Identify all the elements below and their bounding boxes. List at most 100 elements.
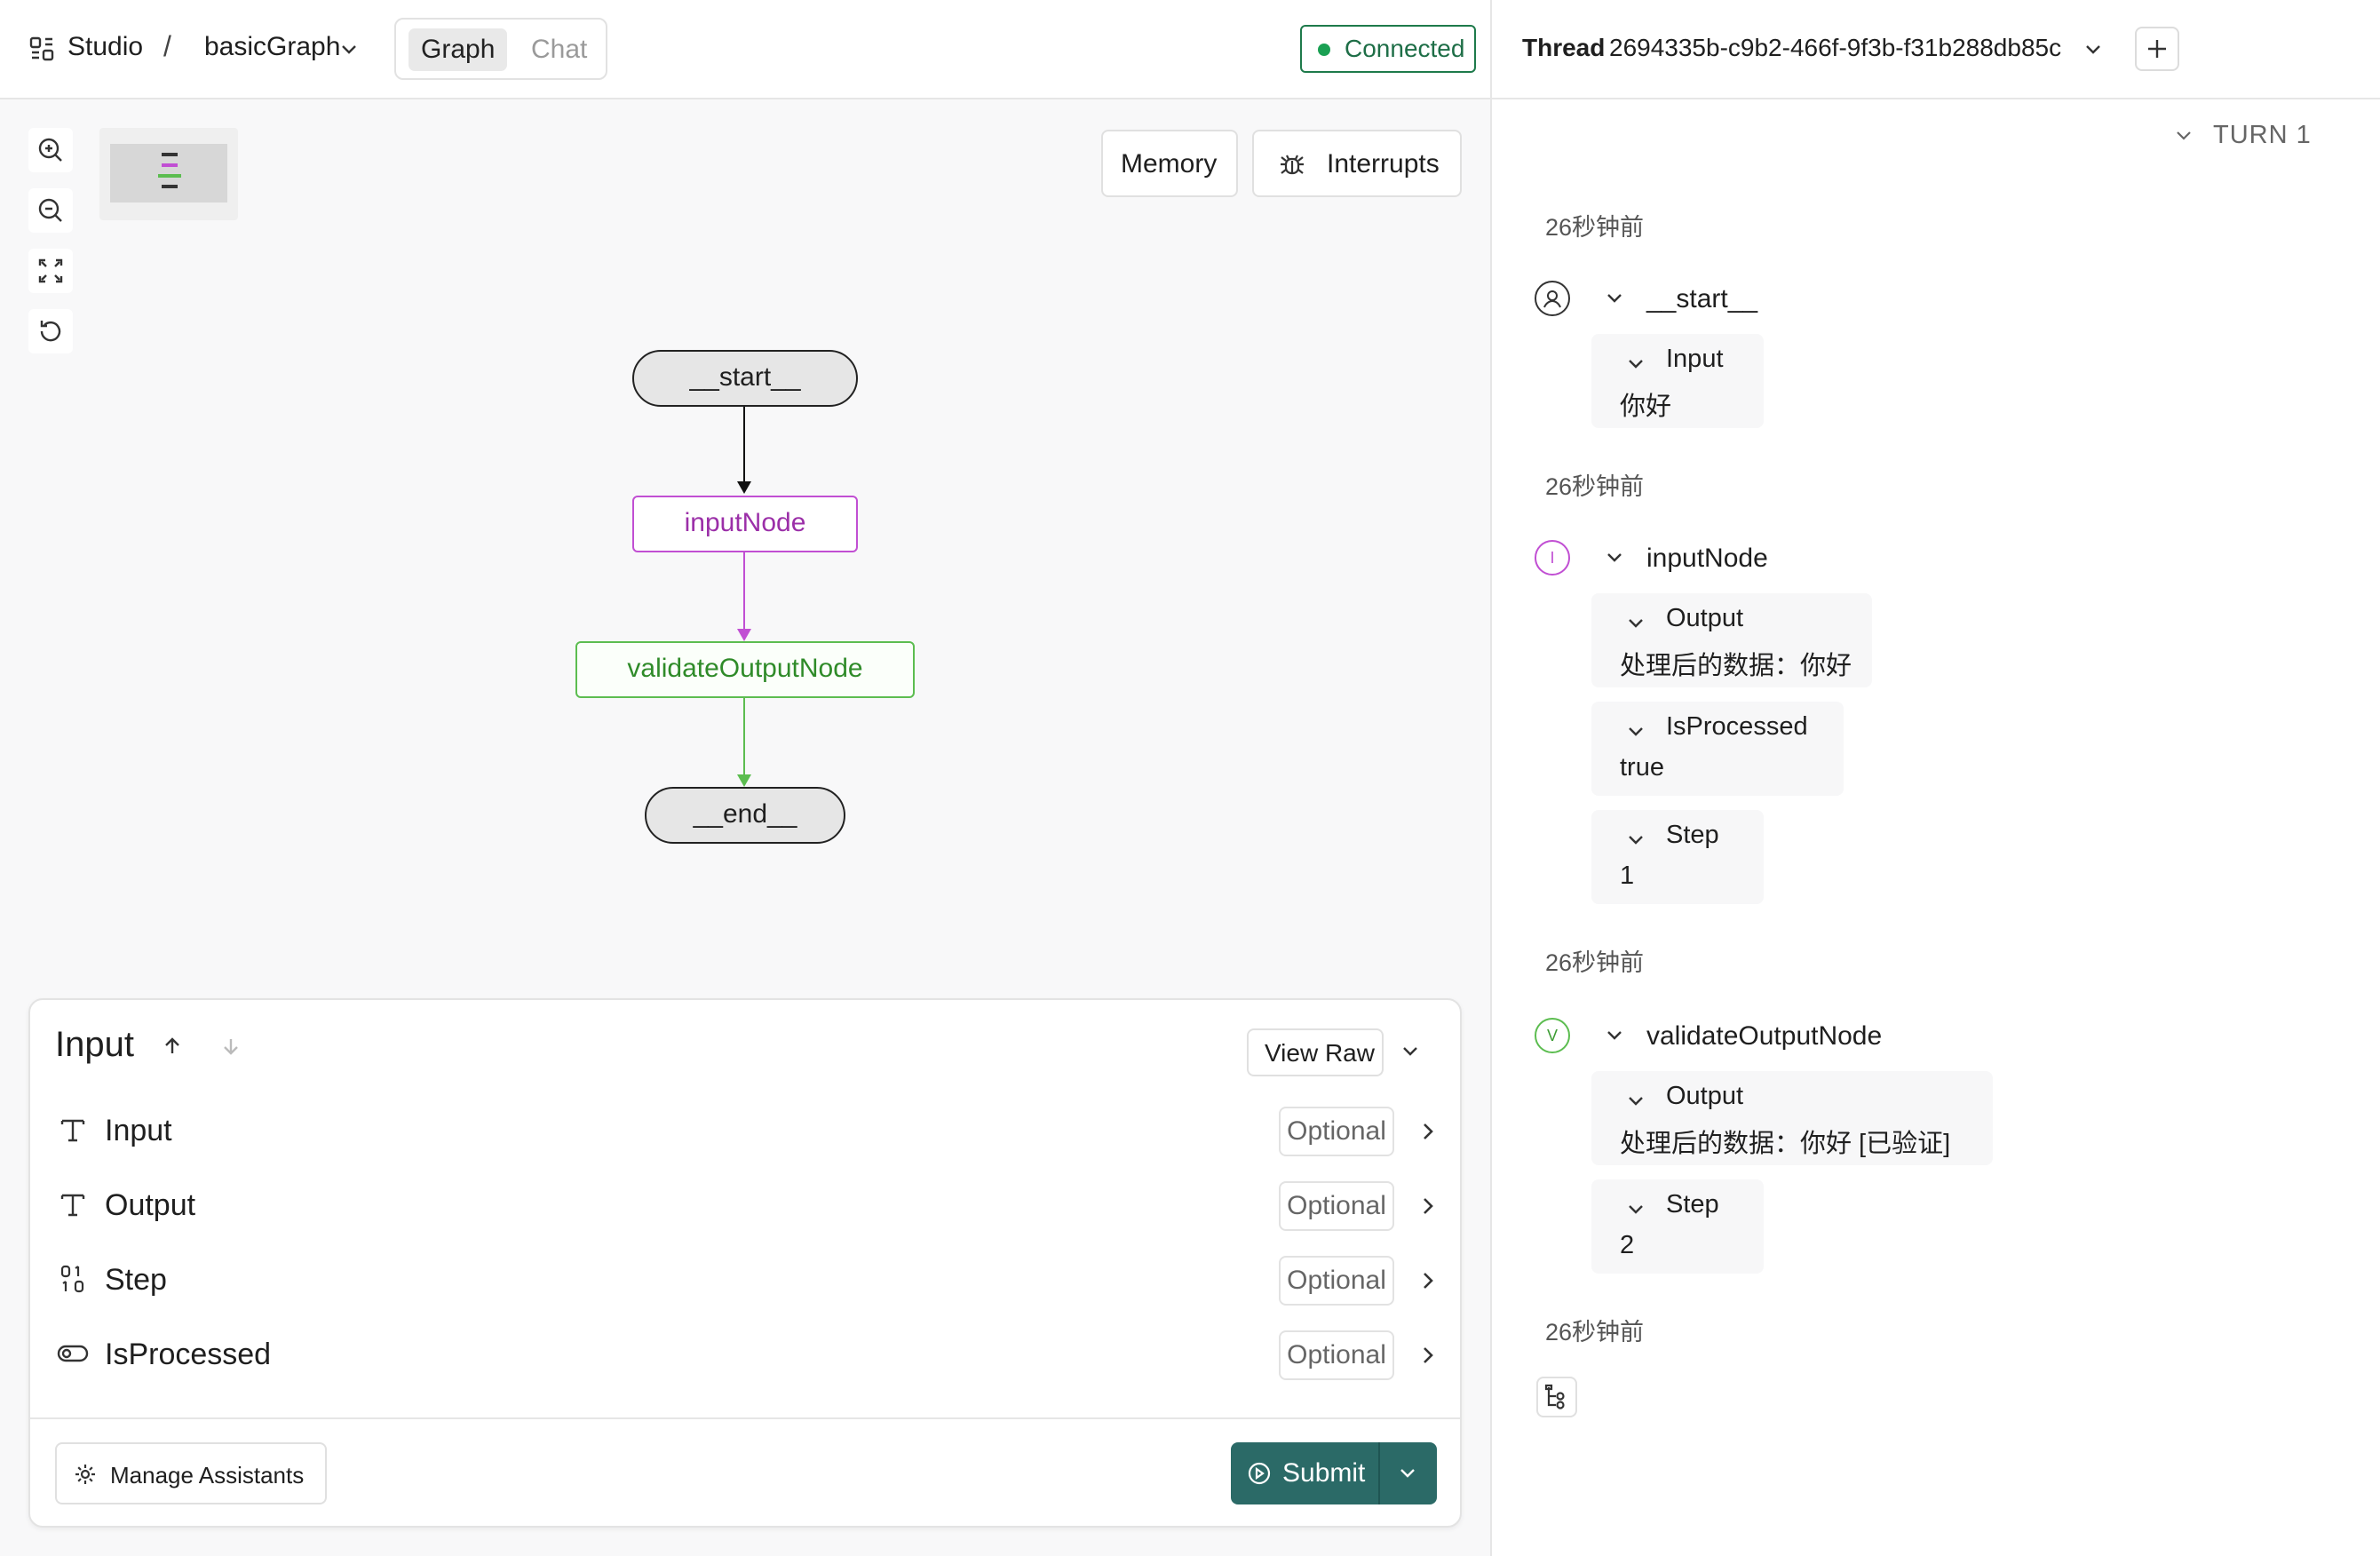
state-value: 1	[1620, 861, 1635, 890]
state-card-step: Step 2	[1591, 1179, 1764, 1274]
state-card-isprocessed: IsProcessed true	[1591, 702, 1844, 796]
app-name[interactable]: Studio	[67, 32, 143, 62]
new-thread-button[interactable]	[2135, 27, 2179, 71]
field-label: Input	[105, 1114, 172, 1147]
arrow-up-icon[interactable]	[160, 1034, 185, 1059]
state-key: Step	[1666, 821, 1719, 849]
connection-status-text: Connected	[1345, 35, 1465, 62]
chevron-down-icon[interactable]	[1625, 353, 1646, 375]
field-row-input[interactable]: Input Optional	[30, 1100, 1460, 1163]
chevron-right-icon[interactable]	[1416, 1343, 1440, 1368]
arrow-down-icon[interactable]	[218, 1034, 243, 1059]
run-history-pane: TURN 1 26秒钟前 __start__ Input 你好 26秒钟前 I …	[1492, 99, 2380, 1556]
state-key: Output	[1666, 1082, 1744, 1110]
connection-status-badge: Connected	[1300, 25, 1476, 73]
breadcrumb-separator: /	[163, 30, 171, 62]
node-label: inputNode	[684, 508, 806, 537]
toggle-type-icon	[57, 1338, 89, 1369]
node-label: validateOutputNode	[627, 654, 863, 683]
chevron-down-icon[interactable]	[1604, 547, 1625, 568]
optional-badge: Optional	[1279, 1256, 1394, 1306]
step-timestamp: 26秒钟前	[1545, 473, 1645, 500]
field-label: Output	[105, 1188, 196, 1222]
graph-node-input[interactable]: inputNode	[632, 496, 858, 552]
number-type-icon	[57, 1263, 89, 1295]
chevron-down-icon[interactable]	[1625, 1091, 1646, 1112]
field-label: Step	[105, 1263, 167, 1297]
step-node-name[interactable]: __start__	[1646, 284, 1757, 314]
chevron-right-icon[interactable]	[1416, 1119, 1440, 1144]
chevron-down-icon[interactable]	[1396, 1462, 1419, 1485]
plus-icon	[2148, 40, 2166, 58]
graph-node-end[interactable]: __end__	[645, 787, 845, 844]
step-timestamp: 26秒钟前	[1545, 1319, 1645, 1346]
studio-app: Studio / basicGraph Graph Chat Connected…	[0, 0, 2380, 1556]
field-label: IsProcessed	[105, 1338, 272, 1371]
state-key: Input	[1666, 345, 1724, 373]
chevron-down-icon[interactable]	[1625, 721, 1646, 742]
studio-logo-icon	[28, 36, 55, 62]
view-tabs: Graph Chat	[394, 18, 607, 80]
chevron-down-icon[interactable]	[1625, 1199, 1646, 1220]
optional-badge: Optional	[1279, 1107, 1394, 1156]
graph-selector[interactable]: basicGraph	[204, 32, 340, 62]
turn-label[interactable]: TURN 1	[2213, 121, 2312, 150]
thread-label: Thread	[1522, 34, 1606, 61]
play-circle-icon	[1247, 1461, 1272, 1486]
chevron-down-icon[interactable]	[2083, 39, 2103, 59]
chevron-down-icon[interactable]	[1604, 288, 1625, 309]
graph-branch-icon	[1544, 1384, 1565, 1409]
chevron-right-icon[interactable]	[1416, 1194, 1440, 1219]
tab-chat[interactable]: Chat	[519, 28, 599, 71]
view-raw-button[interactable]: View Raw	[1247, 1028, 1384, 1076]
node-badge-icon: V	[1535, 1018, 1570, 1053]
state-value: 你好	[1620, 393, 1672, 421]
tab-graph[interactable]: Graph	[409, 28, 508, 71]
chevron-down-icon[interactable]	[1400, 1041, 1421, 1062]
step-node-name[interactable]: inputNode	[1646, 544, 1768, 574]
node-label: __end__	[693, 799, 797, 829]
text-type-icon	[57, 1114, 89, 1146]
step-node-name[interactable]: validateOutputNode	[1646, 1021, 1882, 1052]
graph-node-validate[interactable]: validateOutputNode	[575, 641, 915, 698]
step-timestamp: 26秒钟前	[1545, 949, 1645, 976]
input-panel: Input View Raw Input Optional Output Opt…	[28, 998, 1462, 1528]
manage-assistants-label: Manage Assistants	[110, 1462, 305, 1489]
chevron-down-icon[interactable]	[2172, 124, 2195, 147]
text-type-icon	[57, 1188, 89, 1220]
thread-bar: Thread 2694335b-c9b2-466f-9f3b-f31b288db…	[1492, 0, 2380, 99]
state-card-step: Step 1	[1591, 810, 1764, 904]
gear-icon	[73, 1462, 98, 1487]
state-key: IsProcessed	[1666, 712, 1808, 741]
submit-divider	[1378, 1442, 1380, 1504]
state-card-input: Input 你好	[1591, 334, 1764, 428]
view-raw-label: View Raw	[1265, 1039, 1375, 1067]
step-timestamp: 26秒钟前	[1545, 214, 1645, 241]
graph-node-start[interactable]: __start__	[632, 350, 858, 407]
submit-button[interactable]: Submit	[1231, 1442, 1437, 1504]
user-avatar-icon	[1535, 281, 1570, 316]
chevron-down-icon[interactable]	[1604, 1025, 1625, 1046]
chevron-right-icon[interactable]	[1416, 1268, 1440, 1293]
graph-fork-button[interactable]	[1536, 1377, 1577, 1417]
state-value: true	[1620, 753, 1664, 782]
state-value: 处理后的数据：你好	[1620, 652, 1852, 680]
chevron-down-icon[interactable]	[1625, 830, 1646, 851]
state-key: Step	[1666, 1190, 1719, 1219]
field-row-isprocessed[interactable]: IsProcessed Optional	[30, 1323, 1460, 1387]
state-value: 2	[1620, 1231, 1635, 1259]
thread-id-selector[interactable]: 2694335b-c9b2-466f-9f3b-f31b288db85c	[1609, 34, 2061, 62]
state-value: 处理后的数据：你好 [已验证]	[1620, 1130, 1951, 1158]
manage-assistants-button[interactable]: Manage Assistants	[55, 1442, 327, 1504]
state-card-output: Output 处理后的数据：你好 [已验证]	[1591, 1071, 1993, 1165]
submit-label: Submit	[1282, 1458, 1366, 1488]
node-label: __start__	[689, 362, 801, 392]
status-dot-icon	[1318, 44, 1330, 56]
field-row-step[interactable]: Step Optional	[30, 1249, 1460, 1313]
field-row-output[interactable]: Output Optional	[30, 1174, 1460, 1238]
top-bar: Studio / basicGraph Graph Chat Connected	[0, 0, 1492, 99]
state-key: Output	[1666, 604, 1744, 632]
chevron-down-icon[interactable]	[339, 39, 359, 59]
panel-divider	[30, 1417, 1460, 1419]
chevron-down-icon[interactable]	[1625, 613, 1646, 634]
